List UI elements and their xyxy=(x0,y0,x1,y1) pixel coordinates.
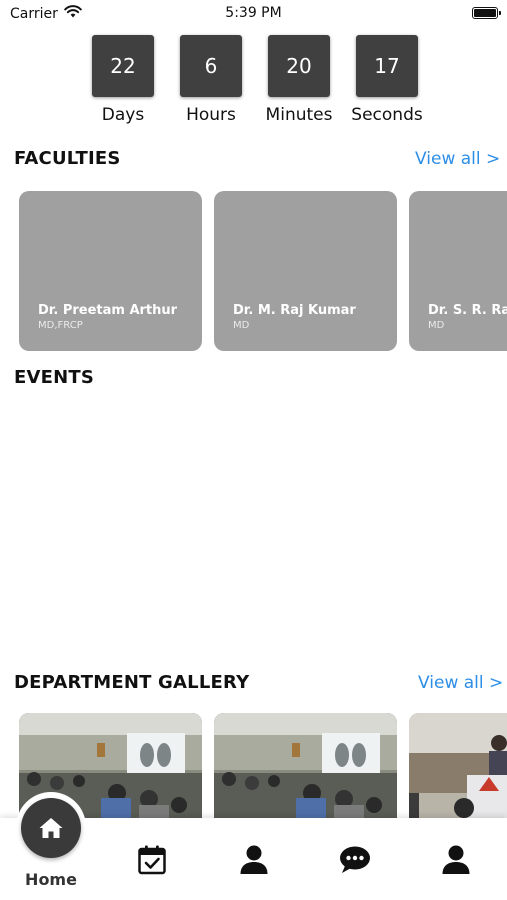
faculty-card[interactable]: Dr. Preetam Arthur MD,FRCP xyxy=(19,191,202,351)
countdown-value: 17 xyxy=(356,35,418,97)
faculty-card[interactable]: Dr. S. R. Ra MD xyxy=(409,191,507,351)
lecture-hall-photo xyxy=(214,713,397,823)
faculty-card[interactable]: Dr. M. Raj Kumar MD xyxy=(214,191,397,351)
gallery-view-all-link[interactable]: View all > xyxy=(418,673,503,693)
gallery-photo[interactable] xyxy=(409,713,507,823)
countdown-label: Hours xyxy=(186,105,236,125)
countdown-minutes: 20 Minutes xyxy=(265,35,333,125)
gallery-photo[interactable] xyxy=(214,713,397,823)
status-time: 5:39 PM xyxy=(225,5,282,21)
home-tab-button[interactable] xyxy=(21,798,81,858)
faculty-name: Dr. Preetam Arthur xyxy=(38,303,178,318)
faculty-degree: MD xyxy=(233,320,250,331)
speaker-podium-photo xyxy=(409,713,507,823)
faculty-name: Dr. M. Raj Kumar xyxy=(233,303,356,318)
gallery-carousel[interactable] xyxy=(19,713,507,823)
countdown-value: 6 xyxy=(180,35,242,97)
countdown-label: Days xyxy=(101,105,145,125)
chat-bubble-icon xyxy=(340,846,370,873)
account-tab[interactable] xyxy=(439,843,473,877)
countdown-label: Minutes xyxy=(265,105,333,125)
faculty-name: Dr. S. R. Ra xyxy=(428,303,507,318)
faculty-degree: MD,FRCP xyxy=(38,320,83,331)
battery-icon xyxy=(472,7,501,19)
faculties-title: FACULTIES xyxy=(14,148,121,169)
home-tab-label[interactable]: Home xyxy=(14,870,88,889)
faculty-carousel[interactable]: Dr. Preetam Arthur MD,FRCP Dr. M. Raj Ku… xyxy=(19,191,507,351)
countdown-label: Seconds xyxy=(351,105,423,125)
chat-tab[interactable] xyxy=(338,843,372,877)
countdown-seconds: 17 Seconds xyxy=(351,35,423,125)
countdown-timer: 22 Days 6 Hours 20 Minutes 17 Seconds xyxy=(92,35,423,125)
countdown-value: 22 xyxy=(92,35,154,97)
status-bar: Carrier 5:39 PM xyxy=(0,0,507,28)
countdown-days: 22 Days xyxy=(92,35,154,125)
gallery-title: DEPARTMENT GALLERY xyxy=(14,672,250,693)
faculties-view-all-link[interactable]: View all > xyxy=(415,149,500,169)
person-icon xyxy=(240,845,268,874)
countdown-hours: 6 Hours xyxy=(180,35,242,125)
person-icon xyxy=(442,845,470,874)
calendar-tab[interactable] xyxy=(135,843,169,877)
events-title: EVENTS xyxy=(14,367,95,388)
countdown-value: 20 xyxy=(268,35,330,97)
faculty-degree: MD xyxy=(428,320,445,331)
home-icon xyxy=(39,818,63,838)
profile-tab[interactable] xyxy=(237,843,271,877)
calendar-check-icon xyxy=(138,845,166,875)
